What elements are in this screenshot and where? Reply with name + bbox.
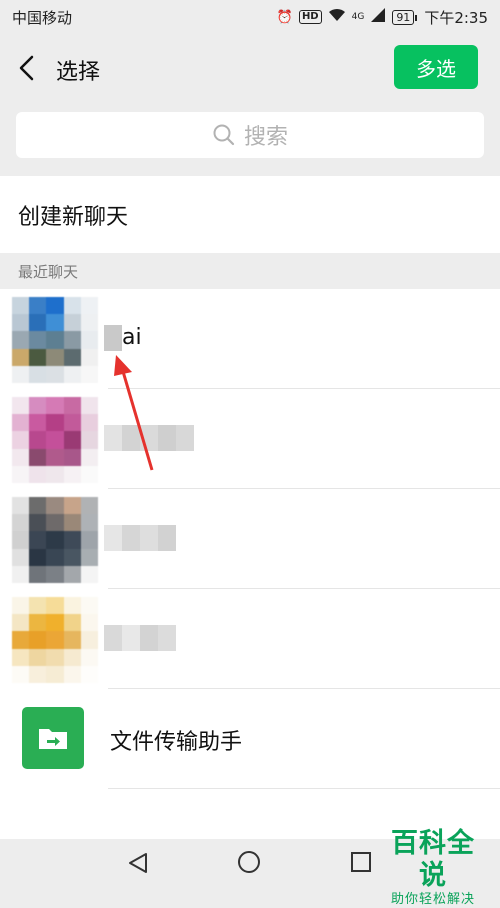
create-new-chat-item[interactable]: 创建新聊天: [0, 176, 500, 253]
list-item[interactable]: [0, 489, 500, 589]
chevron-left-icon: [19, 55, 34, 81]
contact-name-blurred: [104, 425, 194, 451]
list-item-file-transfer[interactable]: 文件传输助手: [0, 689, 500, 789]
contact-name: 文件传输助手: [110, 730, 243, 755]
create-new-chat-label: 创建新聊天: [18, 204, 129, 230]
list-item[interactable]: [0, 589, 500, 689]
watermark-sub: 助你轻松解决: [390, 892, 475, 907]
watermark-main: 百科全说: [391, 828, 475, 891]
contact-name-blurred: [104, 625, 176, 651]
avatar: [12, 397, 98, 483]
recent-chats-header: 最近聊天: [0, 253, 500, 289]
alarm-icon: ⏰: [276, 9, 293, 25]
search-icon: [213, 124, 235, 146]
divider: [108, 788, 500, 789]
contact-name: ai: [122, 325, 142, 350]
multi-select-button[interactable]: 多选: [394, 45, 478, 89]
wifi-icon: [328, 8, 346, 26]
avatar: [12, 297, 98, 383]
list-item[interactable]: ai: [0, 289, 500, 389]
signal-icon: [370, 8, 386, 26]
status-icons: ⏰ HD 4G 91 下午2:35: [277, 7, 488, 28]
recent-chat-list: ai 文件传输助手: [0, 289, 500, 839]
nav-home-icon[interactable]: [238, 851, 260, 873]
contact-name-blurred: [104, 325, 122, 351]
list-item[interactable]: [0, 389, 500, 489]
recent-chats-label: 最近聊天: [18, 262, 79, 281]
avatar: [12, 597, 98, 683]
carrier-label: 中国移动: [12, 8, 73, 27]
avatar: [12, 497, 98, 583]
back-button[interactable]: [16, 54, 40, 82]
network-type-label: 4G: [351, 12, 365, 22]
page-title: 选择: [56, 60, 101, 85]
hd-icon: HD: [298, 10, 322, 24]
clock-label: 下午2:35: [424, 8, 488, 27]
folder-arrow-icon: [22, 707, 84, 769]
watermark-logo: 百科全说 助你轻松解决: [378, 828, 488, 908]
contact-name-blurred: [104, 525, 176, 551]
search-placeholder: 搜索: [243, 125, 288, 150]
nav-recents-icon[interactable]: [351, 852, 371, 872]
title-bar: 选择 多选: [0, 34, 500, 102]
search-input[interactable]: 搜索: [16, 112, 484, 158]
nav-back-icon[interactable]: [127, 852, 149, 874]
battery-icon: 91: [392, 9, 418, 25]
status-bar: 中国移动 ⏰ HD 4G 91 下午2:35: [0, 0, 500, 34]
